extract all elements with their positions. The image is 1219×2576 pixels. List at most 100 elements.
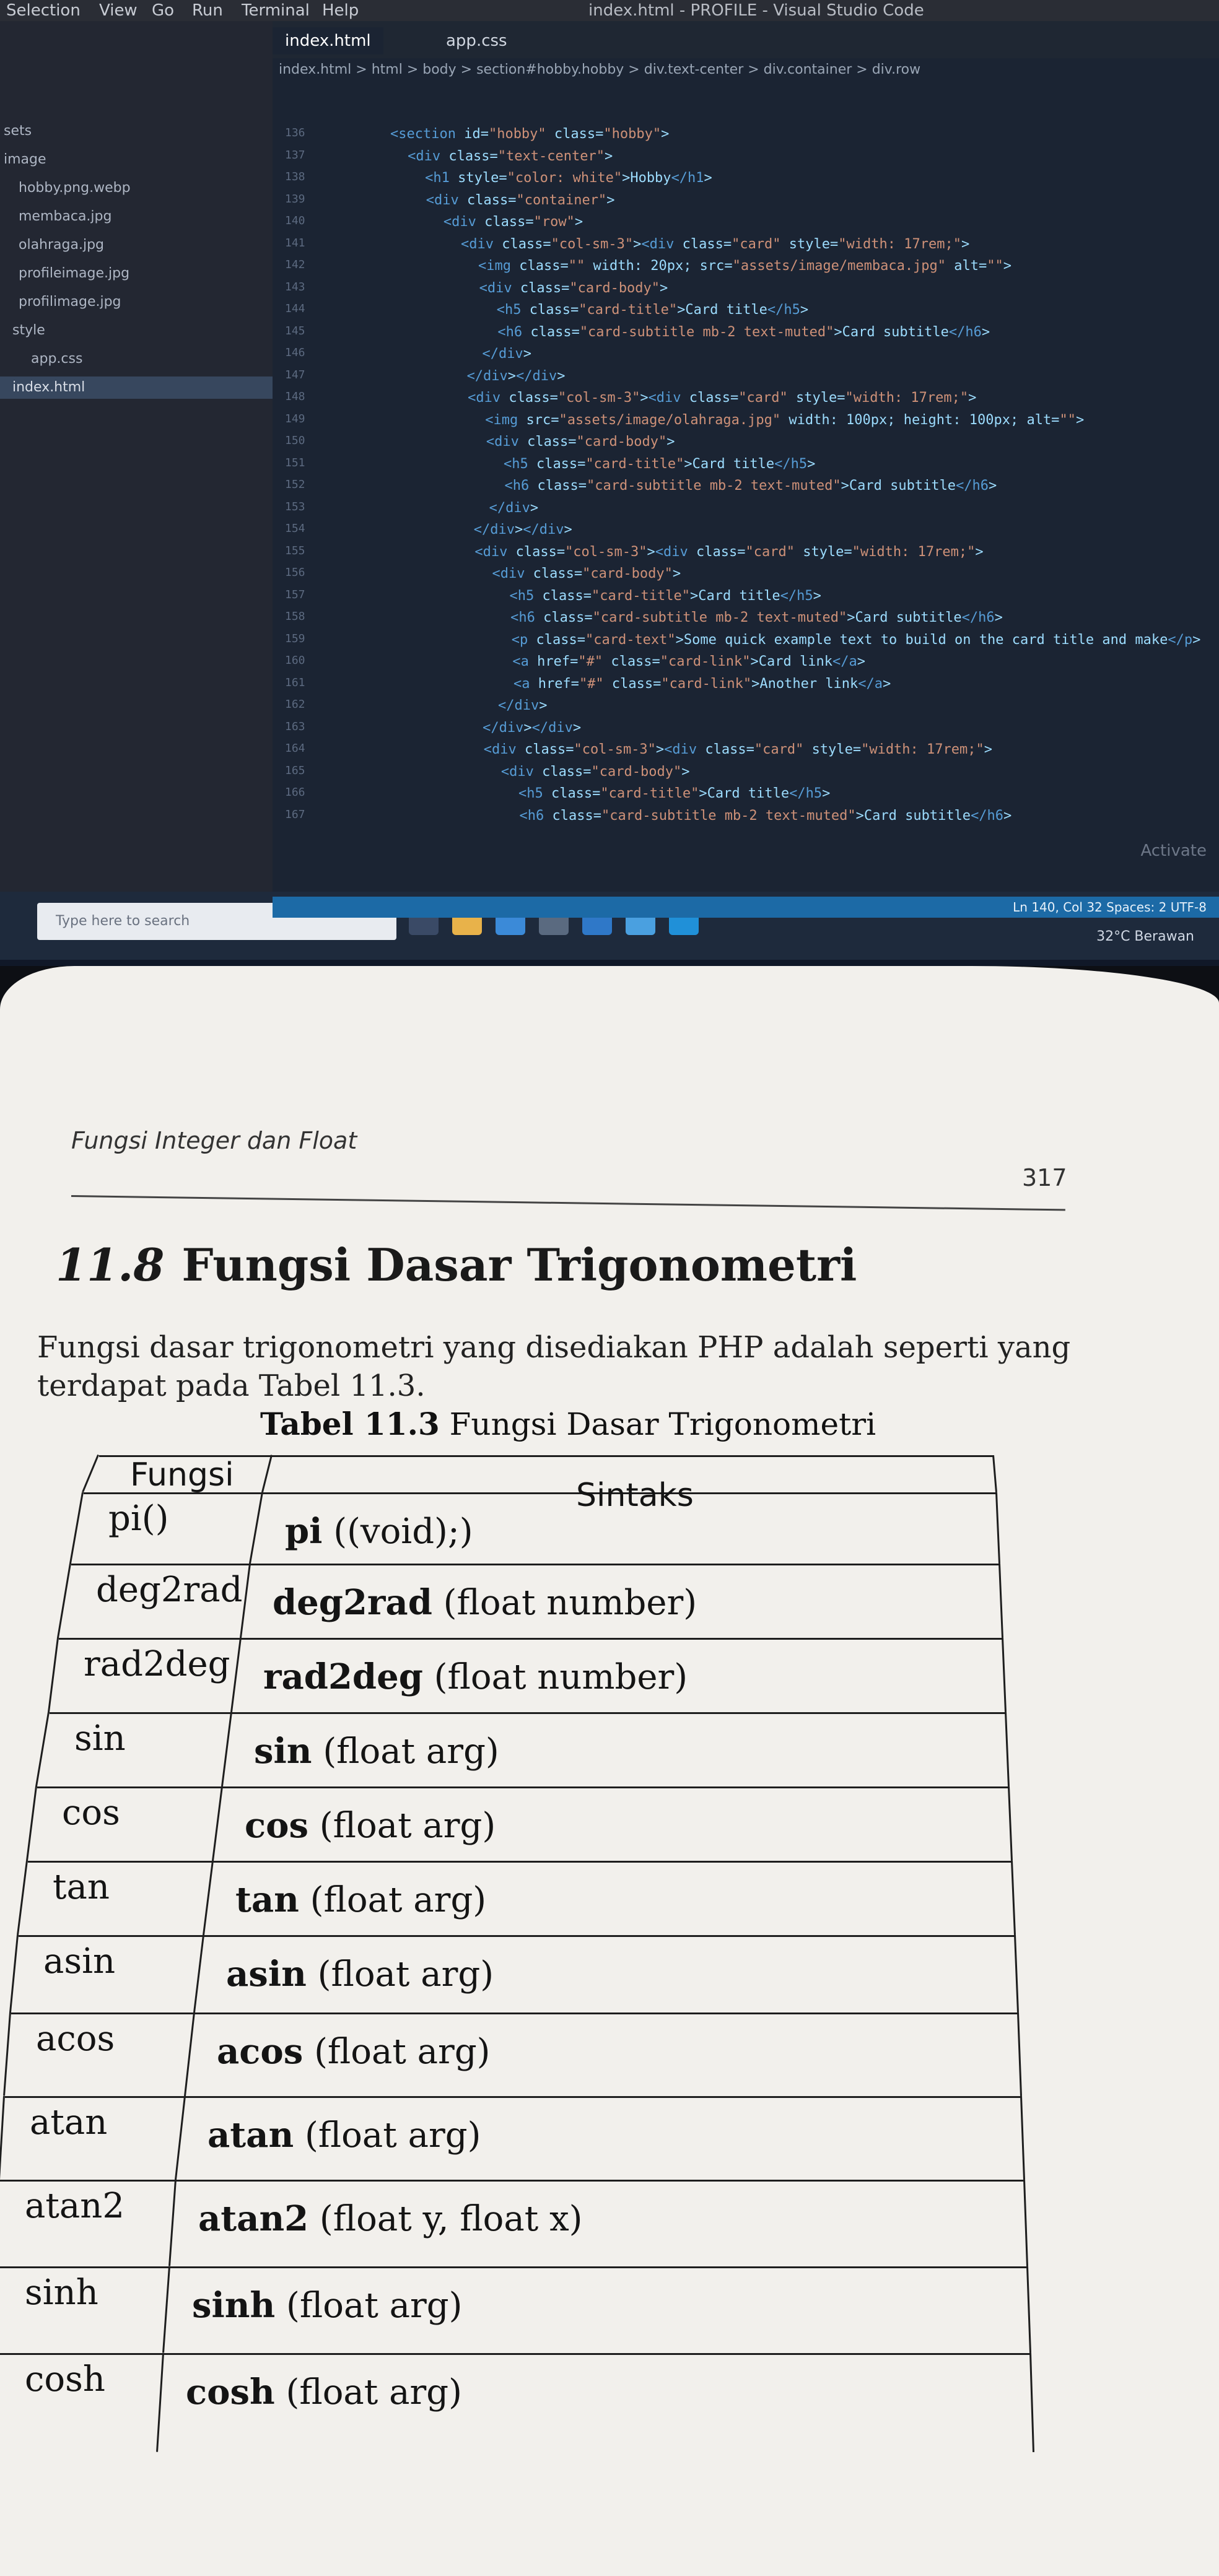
section-title: 11.8 Fungsi Dasar Trigonometri: [56, 1238, 857, 1291]
explorer-sidebar: sets image hobby.png.webp membaca.jpg ol…: [0, 21, 285, 900]
menu-view[interactable]: View: [99, 0, 138, 21]
table-column-divider: [203, 1860, 214, 1935]
header-label: Fungsi: [130, 1456, 234, 1494]
line-number: 165: [285, 764, 305, 777]
breadcrumb[interactable]: index.html > html > body > section#hobby…: [279, 62, 920, 77]
code-line: <div class="col-sm-3"><div class="card" …: [474, 544, 984, 560]
syntax-args: (float arg): [274, 2372, 462, 2413]
explorer-item[interactable]: membaca.jpg: [19, 206, 111, 228]
cell-fungsi: atan: [30, 2102, 107, 2143]
syntax-args: (float arg): [312, 1731, 499, 1772]
syntax-function: acos: [217, 2031, 304, 2072]
table-right-border: [1023, 2180, 1028, 2267]
syntax-function: atan2: [198, 2198, 309, 2239]
intro-line: terdapat pada Tabel 11.3.: [37, 1368, 426, 1403]
cell-fungsi: pi(): [108, 1499, 168, 1539]
cell-sintaks: atan (float arg): [208, 2115, 481, 2156]
line-number: 152: [285, 478, 305, 491]
explorer-item[interactable]: image: [4, 149, 46, 171]
cell-fungsi: sin: [74, 1718, 126, 1759]
menu-terminal[interactable]: Terminal: [242, 0, 310, 21]
explorer-item-active[interactable]: index.html: [0, 376, 285, 399]
explorer-item[interactable]: app.css: [31, 348, 82, 370]
fungsi-name: pi(): [108, 1499, 169, 1539]
code-line: <a href="#" class="card-link">Card link<…: [512, 654, 865, 669]
explorer-folder[interactable]: style: [12, 320, 45, 342]
table-right-border: [1017, 2012, 1022, 2097]
syntax-function: asin: [226, 1954, 307, 1995]
cell-sintaks: sinh (float arg): [192, 2285, 463, 2326]
code-line: <h5 class="card-title">Card title</h5>: [503, 456, 816, 472]
fungsi-name: sinh: [25, 2273, 98, 2313]
table-left-border: [9, 1934, 19, 2012]
syntax-args: (float arg): [294, 2115, 481, 2156]
code-line: <div class="col-sm-3"><div class="card" …: [483, 742, 993, 757]
fungsi-name: cos: [62, 1793, 120, 1833]
table-rule: [0, 2180, 1025, 2182]
code-line: <p class="card-text">Some quick example …: [511, 632, 1201, 648]
explorer-item[interactable]: sets: [4, 120, 32, 142]
table-left-border: [26, 1786, 37, 1861]
syntax-args: (float y, float x): [308, 2199, 583, 2239]
table-right-border: [1020, 2096, 1025, 2180]
cell-sintaks: cosh (float arg): [186, 2372, 462, 2413]
table-column-divider: [175, 2095, 186, 2180]
menu-run[interactable]: Run: [192, 0, 223, 21]
table-rule: [71, 1564, 1000, 1565]
table-left-border: [3, 2012, 11, 2096]
line-number: 138: [285, 170, 305, 183]
code-editor: index.html app.css index.html > html > b…: [273, 21, 1219, 900]
activate-windows-watermark: Activate: [1140, 842, 1207, 860]
line-number: 164: [285, 742, 305, 755]
explorer-item[interactable]: olahraga.jpg: [19, 234, 104, 256]
cell-sintaks: pi ((void);): [285, 1511, 473, 1552]
syntax-function: pi: [285, 1511, 323, 1552]
cell-sintaks: rad2deg (float number): [263, 1656, 688, 1697]
explorer-item[interactable]: profileimage.jpg: [19, 263, 129, 285]
intro-line: Fungsi dasar trigonometri yang disediaka…: [37, 1330, 1071, 1365]
line-number: 148: [285, 390, 305, 403]
menu-help[interactable]: Help: [322, 0, 359, 21]
cell-fungsi: cosh: [25, 2359, 105, 2400]
code-line: <h5 class="card-title">Card title</h5>: [518, 786, 831, 801]
syntax-args: (float arg): [275, 2286, 463, 2326]
line-number: 144: [285, 302, 305, 315]
code-line: </div>: [498, 698, 548, 713]
code-line: <a href="#" class="card-link">Another li…: [513, 676, 891, 692]
weather-widget[interactable]: 32°C Berawan: [1096, 929, 1194, 944]
table-column-divider: [249, 1492, 263, 1564]
line-number: 166: [285, 786, 305, 799]
syntax-function: cosh: [186, 2372, 275, 2413]
tab-index-html[interactable]: index.html: [273, 27, 383, 54]
fungsi-name: deg2rad: [96, 1570, 243, 1610]
table-rule: [37, 1786, 1010, 1788]
explorer-item[interactable]: hobby.png.webp: [19, 177, 131, 199]
table-caption: Tabel 11.3 Fungsi Dasar Trigonometri: [260, 1406, 876, 1442]
cell-fungsi: deg2rad: [96, 1570, 242, 1610]
menu-selection[interactable]: Selection: [6, 0, 81, 21]
line-number: 143: [285, 280, 305, 294]
line-number: 155: [285, 544, 305, 557]
line-number: 142: [285, 258, 305, 271]
status-bar: Ln 140, Col 32 Spaces: 2 UTF-8: [273, 897, 1219, 918]
table-column-divider: [212, 1786, 223, 1861]
line-number: 157: [285, 588, 305, 601]
code-line: <div class="container">: [426, 192, 615, 208]
table-left-border: [48, 1637, 59, 1712]
tab-app-css[interactable]: app.css: [434, 27, 520, 54]
line-number: 141: [285, 236, 305, 250]
syntax-function: tan: [235, 1879, 299, 1920]
code-line: </div></div>: [466, 368, 566, 384]
syntax-function: cos: [245, 1805, 308, 1846]
code-line: </div></div>: [483, 720, 582, 736]
header-sintaks: Sintaks: [576, 1477, 694, 1514]
line-number: 139: [285, 192, 305, 206]
header-fungsi: Fungsi: [130, 1456, 234, 1494]
cell-sintaks: cos (float arg): [245, 1805, 496, 1846]
explorer-item[interactable]: profilimage.jpg: [19, 291, 121, 313]
code-line: <h6 class="card-subtitle mb-2 text-muted…: [497, 324, 990, 340]
status-text[interactable]: Ln 140, Col 32 Spaces: 2 UTF-8: [1013, 897, 1207, 918]
menu-go[interactable]: Go: [152, 0, 174, 21]
code-line: <div class="text-center">: [408, 148, 613, 164]
table-column-divider: [156, 2352, 164, 2452]
